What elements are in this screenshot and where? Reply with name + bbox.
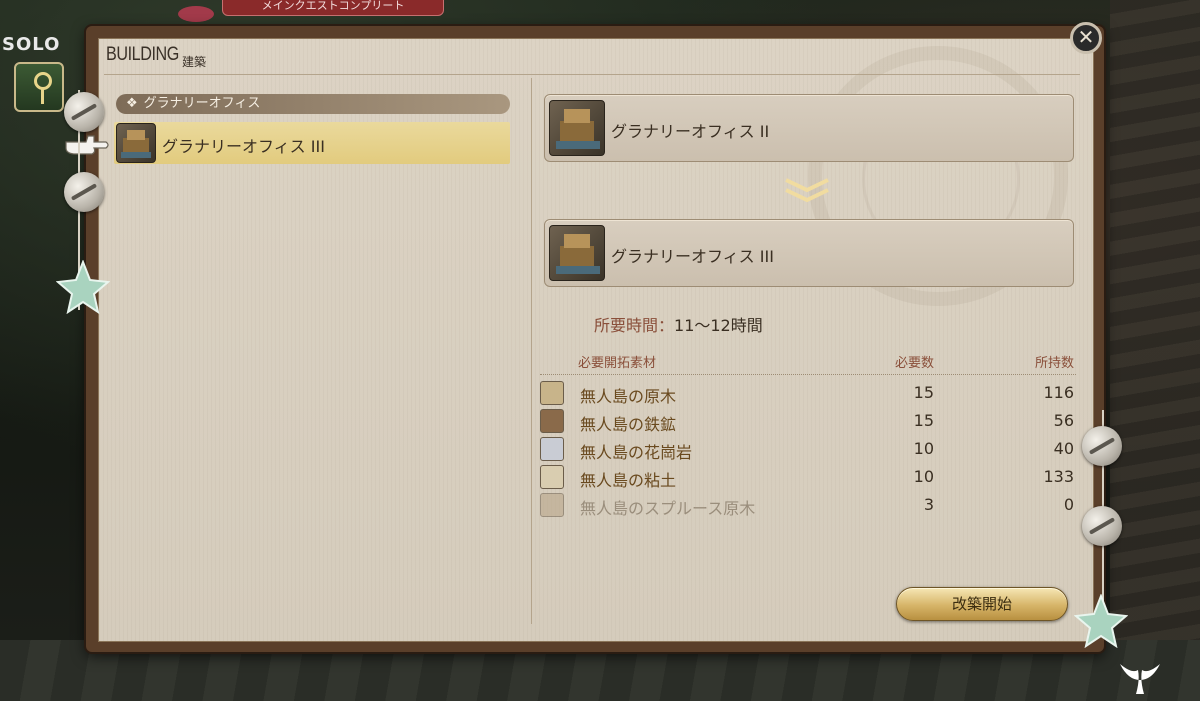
decor-orb-icon: [64, 92, 104, 132]
material-row[interactable]: 無人島の粘土 10 133: [540, 464, 1076, 490]
material-row[interactable]: 無人島のスプルース原木 3 0: [540, 492, 1076, 518]
upgrade-from-box: グラナリーオフィス II: [544, 94, 1074, 162]
list-item-granary-iii[interactable]: グラナリーオフィス III: [114, 122, 510, 164]
material-name: 無人島のスプルース原木: [580, 499, 756, 518]
window-title: BUILDING 建築: [106, 44, 206, 69]
decor-orb-icon: [64, 172, 104, 212]
decor-orb-icon: [1082, 426, 1122, 466]
double-chevron-down-icon: [785, 178, 829, 203]
material-owned: 40: [1053, 439, 1074, 458]
upgrade-from-label: グラナリーオフィス II: [611, 122, 770, 141]
granary-ii-icon: [549, 100, 605, 156]
material-owned: 56: [1053, 411, 1074, 430]
decor-star-icon: [56, 260, 110, 314]
column-divider: [531, 78, 532, 624]
material-required: 15: [913, 411, 934, 430]
material-name: 無人島の粘土: [580, 471, 677, 490]
header-owned: 所持数: [1034, 356, 1074, 371]
material-name: 無人島の原木: [580, 387, 677, 406]
close-x-icon: ✕: [1077, 25, 1095, 49]
granite-icon: [540, 437, 564, 461]
material-required: 15: [913, 383, 934, 402]
header-required: 必要数: [894, 356, 934, 371]
granary-building-icon: [116, 123, 156, 163]
list-item-label: グラナリーオフィス III: [162, 137, 325, 156]
party-status-label: SOLO: [2, 34, 61, 55]
start-renovation-button[interactable]: 改築開始: [896, 587, 1068, 621]
title-jp: 建築: [182, 55, 207, 69]
materials-header: 必要開拓素材 必要数 所持数: [540, 352, 1076, 375]
material-owned: 0: [1063, 495, 1074, 514]
pin-icon: [34, 72, 52, 104]
close-button[interactable]: ✕: [1070, 22, 1102, 54]
category-label: グラナリーオフィス: [143, 96, 261, 111]
quest-emblem-icon: [178, 6, 214, 22]
material-row[interactable]: 無人島の原木 15 116: [540, 380, 1076, 406]
material-row[interactable]: 無人島の花崗岩 10 40: [540, 436, 1076, 462]
material-owned: 133: [1043, 467, 1074, 486]
upgrade-to-label: グラナリーオフィス III: [611, 247, 774, 266]
material-name: 無人島の花崗岩: [580, 443, 693, 462]
material-owned: 116: [1043, 383, 1074, 402]
decor-orb-icon: [1082, 506, 1122, 546]
diamond-bullet-icon: ❖: [126, 96, 138, 111]
pointer-hand-icon: [65, 135, 109, 155]
material-required: 10: [913, 439, 934, 458]
material-row[interactable]: 無人島の鉄鉱 15 56: [540, 408, 1076, 434]
quest-complete-banner: メインクエストコンプリート: [222, 0, 444, 16]
whale-tail-icon: [1120, 664, 1160, 694]
header-material: 必要開拓素材: [578, 356, 657, 371]
log-icon: [540, 381, 564, 405]
required-time-value: 11～12時間: [674, 316, 763, 335]
material-name: 無人島の鉄鉱: [580, 415, 677, 434]
required-time: 所要時間：11～12時間: [594, 312, 763, 336]
decor-star-icon: [1074, 594, 1128, 648]
spruce-log-icon: [540, 493, 564, 517]
material-required: 3: [923, 495, 934, 514]
upgrade-to-box: グラナリーオフィス III: [544, 219, 1074, 287]
side-menu-button[interactable]: [14, 62, 64, 112]
iron-ore-icon: [540, 409, 564, 433]
material-required: 10: [913, 467, 934, 486]
title-divider: [104, 74, 1080, 75]
clay-icon: [540, 465, 564, 489]
title-en: BUILDING: [106, 44, 179, 65]
granary-iii-icon: [549, 225, 605, 281]
required-time-label: 所要時間：: [594, 316, 675, 335]
category-header[interactable]: ❖ グラナリーオフィス: [116, 94, 510, 114]
